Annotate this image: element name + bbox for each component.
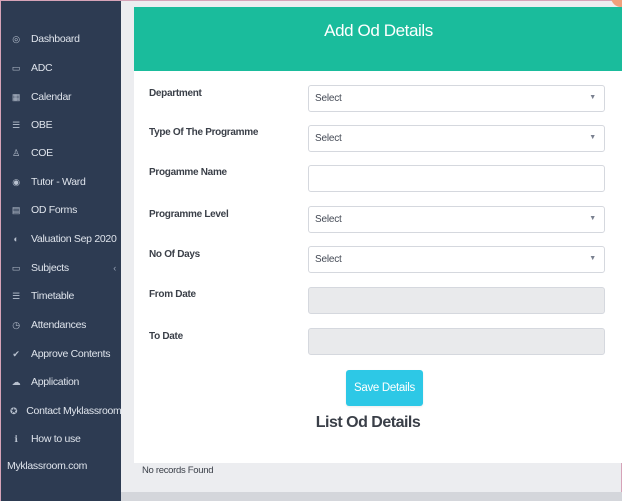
timetable-icon: ☰	[12, 290, 20, 301]
programme-level-label: Programme Level	[149, 209, 229, 220]
to-date-input[interactable]	[308, 328, 605, 355]
chevron-down-icon: ▼	[589, 255, 596, 262]
user-icon: ♙	[12, 147, 20, 158]
page-title: Add Od Details	[324, 21, 433, 40]
empty-state-text: No records Found	[142, 465, 214, 476]
sidebar-item-calendar[interactable]: ▦ Calendar	[1, 85, 121, 109]
no-of-days-label: No Of Days	[149, 249, 200, 260]
list-icon: ☰	[12, 119, 20, 130]
sidebar-item-attendances[interactable]: ◷ Attendances	[1, 313, 121, 337]
chevron-down-icon: ▼	[589, 134, 596, 141]
calendar-icon: ▦	[11, 91, 21, 102]
bottom-scroll-track	[121, 492, 622, 501]
chevron-left-icon[interactable]: ‹	[113, 263, 116, 273]
book-icon: ▭	[11, 62, 21, 73]
evaluation-icon: ◐	[13, 234, 19, 244]
department-label: Department	[149, 88, 202, 99]
sidebar-item-obe[interactable]: ☰ OBE	[1, 113, 121, 137]
programme-type-select[interactable]: Select ▼	[308, 125, 605, 152]
programme-level-select-value: Select	[315, 214, 342, 225]
from-date-input[interactable]	[308, 287, 605, 314]
sidebar-item-timetable[interactable]: ☰ Timetable	[1, 284, 121, 308]
list-title: List Od Details	[315, 414, 421, 431]
save-details-button[interactable]: Save Details	[346, 370, 423, 406]
clock-icon: ◷	[12, 319, 20, 330]
sidebar-item-label: How to use	[31, 433, 81, 445]
check-icon: ✔	[12, 348, 20, 359]
book-icon: ▭	[11, 262, 21, 273]
sidebar-item-label: OBE	[31, 119, 53, 131]
programme-name-input[interactable]	[308, 165, 605, 192]
to-date-label: To Date	[149, 331, 183, 342]
sidebar-footer-link[interactable]: Myklassroom.com	[7, 460, 87, 472]
sidebar-item-label: ADC	[31, 62, 53, 74]
programme-type-label: Type Of The Programme	[149, 127, 259, 138]
no-of-days-select[interactable]: Select ▼	[308, 246, 605, 273]
corner-indicator	[611, 0, 622, 7]
cloud-icon: ☁	[11, 376, 21, 387]
sidebar-item-label: Attendances	[31, 319, 87, 331]
sidebar-item-approve-contents[interactable]: ✔ Approve Contents	[1, 342, 121, 366]
form-icon: ▤	[11, 204, 21, 215]
panel-header: Add Od Details	[134, 7, 622, 71]
sidebar-item-label: Calendar	[31, 91, 72, 103]
sidebar-item-adc[interactable]: ▭ ADC	[1, 56, 121, 80]
sidebar-item-valuation[interactable]: ◐ Valuation Sep 2020	[1, 227, 121, 251]
programme-name-label: Progamme Name	[149, 167, 227, 178]
sidebar-item-label: Subjects	[31, 262, 69, 274]
sidebar-item-subjects[interactable]: ▭ Subjects ‹	[1, 256, 121, 280]
chevron-down-icon: ▼	[589, 94, 596, 101]
sidebar-item-label: OD Forms	[31, 204, 78, 216]
chevron-down-icon: ▼	[589, 215, 596, 222]
sidebar-item-label: Approve Contents	[31, 348, 111, 360]
programme-type-select-value: Select	[315, 133, 342, 144]
info-icon: ℹ	[14, 433, 18, 444]
sidebar-item-label: Valuation Sep 2020	[31, 233, 117, 245]
sidebar-item-label: Dashboard	[31, 33, 80, 45]
sidebar-item-label: COE	[31, 147, 53, 159]
circle-icon: ◉	[12, 176, 20, 187]
dashboard-icon: ◎	[12, 33, 20, 44]
from-date-label: From Date	[149, 289, 196, 300]
sidebar-item-coe[interactable]: ♙ COE	[1, 141, 121, 165]
department-select-value: Select	[315, 93, 342, 104]
sidebar-item-label: Application	[31, 376, 80, 388]
sidebar-item-label: Timetable	[31, 290, 75, 302]
sidebar-item-od-forms[interactable]: ▤ OD Forms	[1, 198, 121, 222]
programme-level-select[interactable]: Select ▼	[308, 206, 605, 233]
sidebar-item-application[interactable]: ☁ Application	[1, 370, 121, 394]
department-select[interactable]: Select ▼	[308, 85, 605, 112]
no-of-days-select-value: Select	[315, 254, 342, 265]
sidebar-item-label: Tutor - Ward	[31, 176, 86, 188]
sidebar-item-tutor-ward[interactable]: ◉ Tutor - Ward	[1, 170, 121, 194]
sidebar-item-dashboard[interactable]: ◎ Dashboard	[1, 27, 121, 51]
